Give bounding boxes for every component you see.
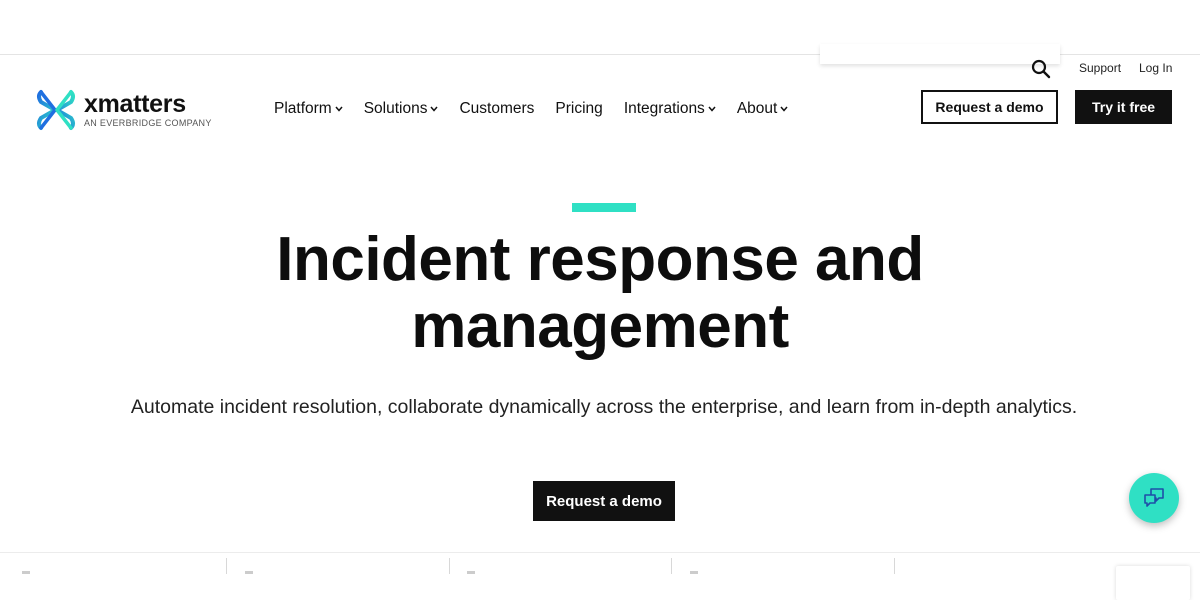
hero-request-demo-button[interactable]: Request a demo	[533, 481, 675, 521]
tab-divider	[449, 558, 450, 574]
feature-tabs-strip	[0, 552, 1200, 600]
tab-divider	[671, 558, 672, 574]
nav-item-platform[interactable]: Platform	[274, 100, 343, 118]
logo-name: xmatters	[84, 90, 186, 118]
xmatters-logo[interactable]: xmatters AN EVERBRIDGE COMPANY	[35, 88, 212, 132]
xmatters-logo-mark	[37, 90, 75, 130]
logo-tagline: AN EVERBRIDGE COMPANY	[84, 118, 212, 128]
search-dropdown-panel	[820, 44, 1060, 64]
tab-icon	[690, 571, 698, 574]
chat-icon	[1144, 488, 1164, 507]
nav-item-integrations[interactable]: Integrations	[624, 100, 716, 118]
tab-divider	[894, 558, 895, 574]
try-free-button[interactable]: Try it free	[1075, 90, 1172, 124]
tab-icon	[22, 571, 30, 574]
nav-item-label: Platform	[274, 100, 332, 117]
nav-item-customers[interactable]: Customers	[459, 100, 534, 118]
hero-title: Incident response and management	[276, 225, 924, 361]
nav-item-label: Integrations	[623, 100, 705, 117]
search-icon[interactable]	[1031, 59, 1051, 79]
accent-bar	[572, 203, 636, 212]
nav-item-label: Pricing	[555, 100, 603, 117]
chevron-down-icon	[780, 106, 788, 112]
hero-subtitle: Automate incident resolution, collaborat…	[130, 396, 1078, 418]
request-demo-button[interactable]: Request a demo	[921, 90, 1058, 124]
chevron-down-icon	[430, 106, 439, 112]
nav-item-solutions[interactable]: Solutions	[364, 100, 439, 118]
tab-divider	[226, 558, 227, 574]
chevron-down-icon	[335, 106, 343, 112]
tab-icon	[467, 571, 475, 574]
chat-button[interactable]	[1129, 473, 1179, 523]
recaptcha-badge	[1116, 566, 1190, 600]
nav-item-label: Customers	[459, 100, 535, 117]
tab-icon	[245, 571, 253, 574]
main-nav: Platform Solutions Customers Pricing Int…	[274, 100, 809, 118]
nav-item-pricing[interactable]: Pricing	[555, 100, 602, 118]
nav-item-label: Solutions	[363, 100, 428, 117]
chevron-down-icon	[708, 106, 716, 112]
support-link[interactable]: Support	[1079, 61, 1121, 75]
nav-item-about[interactable]: About	[737, 100, 789, 118]
nav-item-label: About	[736, 100, 778, 117]
login-link[interactable]: Log In	[1139, 61, 1172, 75]
